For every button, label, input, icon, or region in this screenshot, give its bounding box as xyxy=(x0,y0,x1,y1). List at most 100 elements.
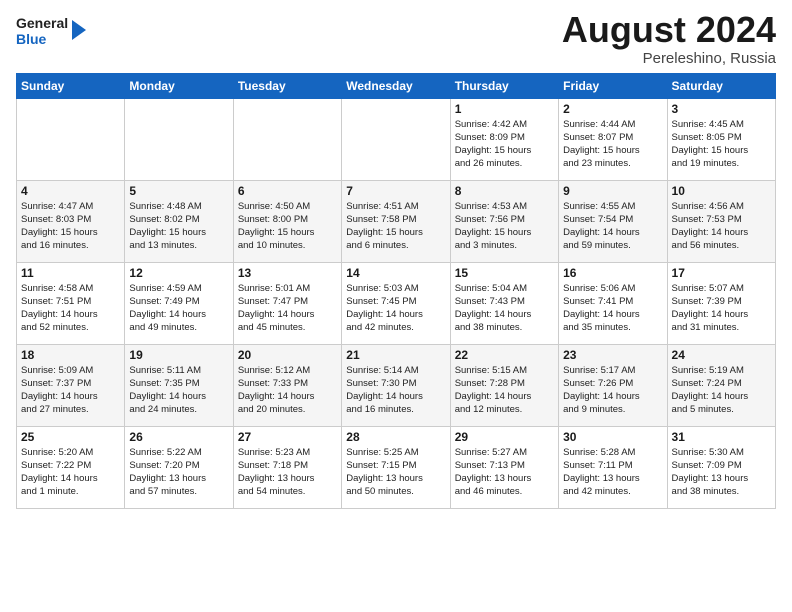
day-info: Sunrise: 5:03 AMSunset: 7:45 PMDaylight:… xyxy=(346,282,445,335)
calendar-cell: 20Sunrise: 5:12 AMSunset: 7:33 PMDayligh… xyxy=(233,344,341,426)
calendar-cell: 3Sunrise: 4:45 AMSunset: 8:05 PMDaylight… xyxy=(667,98,775,180)
calendar-cell: 5 Sunrise: 4:48 AMSunset: 8:02 PMDaylight… xyxy=(125,180,233,262)
day-number: 14 xyxy=(346,266,445,280)
calendar-cell: 25 Sunrise: 5:20 AMSunset: 7:22 PMDayligh… xyxy=(17,426,125,508)
day-info: Sunrise: 5:14 AMSunset: 7:30 PMDaylight:… xyxy=(346,364,445,417)
calendar-cell: 31 Sunrise: 5:30 AMSunset: 7:09 PMDayligh… xyxy=(667,426,775,508)
day-number: 16 xyxy=(563,266,662,280)
calendar-week-1: 1Sunrise: 4:42 AMSunset: 8:09 PMDaylight… xyxy=(17,98,776,180)
calendar-table: Sunday Monday Tuesday Wednesday Thursday… xyxy=(16,73,776,509)
day-info: Sunrise: 4:47 AMSunset: 8:03 PMDaylight:… xyxy=(21,200,120,253)
calendar-week-2: 4Sunrise: 4:47 AMSunset: 8:03 PMDaylight… xyxy=(17,180,776,262)
calendar-cell: 29 Sunrise: 5:27 AMSunset: 7:13 PMDayligh… xyxy=(450,426,558,508)
day-number: 21 xyxy=(346,348,445,362)
calendar-cell xyxy=(17,98,125,180)
calendar-cell xyxy=(342,98,450,180)
day-info: Sunrise: 5:30 AMSunset: 7:09 PMDaylight:… xyxy=(672,446,771,499)
calendar-cell: 9 Sunrise: 4:55 AMSunset: 7:54 PMDaylight… xyxy=(559,180,667,262)
col-sunday: Sunday xyxy=(17,73,125,98)
calendar-cell: 18 Sunrise: 5:09 AMSunset: 7:37 PMDayligh… xyxy=(17,344,125,426)
day-info: Sunrise: 5:07 AMSunset: 7:39 PMDaylight:… xyxy=(672,282,771,335)
day-info: Sunrise: 5:27 AMSunset: 7:13 PMDaylight:… xyxy=(455,446,554,499)
day-number: 25 xyxy=(21,430,120,444)
day-info: Sunrise: 5:28 AMSunset: 7:11 PMDaylight:… xyxy=(563,446,662,499)
calendar-cell: 12 Sunrise: 4:59 AMSunset: 7:49 PMDayligh… xyxy=(125,262,233,344)
svg-text:General: General xyxy=(16,15,68,31)
calendar-week-4: 18 Sunrise: 5:09 AMSunset: 7:37 PMDayligh… xyxy=(17,344,776,426)
calendar-cell xyxy=(125,98,233,180)
day-info: Sunrise: 4:59 AMSunset: 7:49 PMDaylight:… xyxy=(129,282,228,335)
calendar-cell: 8 Sunrise: 4:53 AMSunset: 7:56 PMDaylight… xyxy=(450,180,558,262)
day-info: Sunrise: 5:17 AMSunset: 7:26 PMDaylight:… xyxy=(563,364,662,417)
calendar-cell: 24Sunrise: 5:19 AMSunset: 7:24 PMDayligh… xyxy=(667,344,775,426)
day-info: Sunrise: 4:42 AMSunset: 8:09 PMDaylight:… xyxy=(455,118,554,171)
day-number: 12 xyxy=(129,266,228,280)
day-number: 6 xyxy=(238,184,337,198)
location: Pereleshino, Russia xyxy=(562,50,776,67)
day-info: Sunrise: 4:51 AMSunset: 7:58 PMDaylight:… xyxy=(346,200,445,253)
logo: General Blue xyxy=(16,10,86,55)
calendar-cell: 15Sunrise: 5:04 AMSunset: 7:43 PMDayligh… xyxy=(450,262,558,344)
day-number: 27 xyxy=(238,430,337,444)
day-number: 9 xyxy=(563,184,662,198)
day-info: Sunrise: 5:25 AMSunset: 7:15 PMDaylight:… xyxy=(346,446,445,499)
day-info: Sunrise: 5:15 AMSunset: 7:28 PMDaylight:… xyxy=(455,364,554,417)
day-number: 8 xyxy=(455,184,554,198)
header: General Blue August 2024 Pereleshino, Ru… xyxy=(16,10,776,67)
calendar-cell: 27 Sunrise: 5:23 AMSunset: 7:18 PMDayligh… xyxy=(233,426,341,508)
calendar-cell: 6Sunrise: 4:50 AMSunset: 8:00 PMDaylight… xyxy=(233,180,341,262)
day-info: Sunrise: 5:19 AMSunset: 7:24 PMDaylight:… xyxy=(672,364,771,417)
day-number: 28 xyxy=(346,430,445,444)
day-info: Sunrise: 4:58 AMSunset: 7:51 PMDaylight:… xyxy=(21,282,120,335)
col-saturday: Saturday xyxy=(667,73,775,98)
day-info: Sunrise: 5:11 AMSunset: 7:35 PMDaylight:… xyxy=(129,364,228,417)
day-info: Sunrise: 4:56 AMSunset: 7:53 PMDaylight:… xyxy=(672,200,771,253)
calendar-cell: 26 Sunrise: 5:22 AMSunset: 7:20 PMDayligh… xyxy=(125,426,233,508)
calendar-cell: 14 Sunrise: 5:03 AMSunset: 7:45 PMDayligh… xyxy=(342,262,450,344)
day-info: Sunrise: 5:04 AMSunset: 7:43 PMDaylight:… xyxy=(455,282,554,335)
day-info: Sunrise: 4:55 AMSunset: 7:54 PMDaylight:… xyxy=(563,200,662,253)
day-number: 23 xyxy=(563,348,662,362)
day-info: Sunrise: 5:22 AMSunset: 7:20 PMDaylight:… xyxy=(129,446,228,499)
logo-icon: General Blue xyxy=(16,10,86,50)
day-number: 5 xyxy=(129,184,228,198)
calendar-week-5: 25 Sunrise: 5:20 AMSunset: 7:22 PMDayligh… xyxy=(17,426,776,508)
day-number: 20 xyxy=(238,348,337,362)
col-tuesday: Tuesday xyxy=(233,73,341,98)
day-info: Sunrise: 5:20 AMSunset: 7:22 PMDaylight:… xyxy=(21,446,120,499)
calendar-cell: 30Sunrise: 5:28 AMSunset: 7:11 PMDayligh… xyxy=(559,426,667,508)
page: General Blue August 2024 Pereleshino, Ru… xyxy=(0,0,792,612)
day-number: 3 xyxy=(672,102,771,116)
day-info: Sunrise: 4:53 AMSunset: 7:56 PMDaylight:… xyxy=(455,200,554,253)
day-info: Sunrise: 5:09 AMSunset: 7:37 PMDaylight:… xyxy=(21,364,120,417)
calendar-cell: 7 Sunrise: 4:51 AMSunset: 7:58 PMDaylight… xyxy=(342,180,450,262)
col-thursday: Thursday xyxy=(450,73,558,98)
day-info: Sunrise: 4:48 AMSunset: 8:02 PMDaylight:… xyxy=(129,200,228,253)
calendar-cell: 28 Sunrise: 5:25 AMSunset: 7:15 PMDayligh… xyxy=(342,426,450,508)
day-number: 26 xyxy=(129,430,228,444)
day-info: Sunrise: 5:06 AMSunset: 7:41 PMDaylight:… xyxy=(563,282,662,335)
calendar-cell: 21 Sunrise: 5:14 AMSunset: 7:30 PMDayligh… xyxy=(342,344,450,426)
day-number: 31 xyxy=(672,430,771,444)
day-number: 18 xyxy=(21,348,120,362)
day-number: 19 xyxy=(129,348,228,362)
day-number: 2 xyxy=(563,102,662,116)
col-friday: Friday xyxy=(559,73,667,98)
day-number: 29 xyxy=(455,430,554,444)
day-number: 17 xyxy=(672,266,771,280)
day-number: 13 xyxy=(238,266,337,280)
calendar-cell: 11 Sunrise: 4:58 AMSunset: 7:51 PMDayligh… xyxy=(17,262,125,344)
calendar-cell: 19 Sunrise: 5:11 AMSunset: 7:35 PMDayligh… xyxy=(125,344,233,426)
day-info: Sunrise: 5:23 AMSunset: 7:18 PMDaylight:… xyxy=(238,446,337,499)
month-title: August 2024 xyxy=(562,10,776,50)
day-number: 7 xyxy=(346,184,445,198)
col-wednesday: Wednesday xyxy=(342,73,450,98)
calendar-cell: 23 Sunrise: 5:17 AMSunset: 7:26 PMDayligh… xyxy=(559,344,667,426)
calendar-cell: 2Sunrise: 4:44 AMSunset: 8:07 PMDaylight… xyxy=(559,98,667,180)
calendar-cell: 4Sunrise: 4:47 AMSunset: 8:03 PMDaylight… xyxy=(17,180,125,262)
col-monday: Monday xyxy=(125,73,233,98)
calendar-cell: 13Sunrise: 5:01 AMSunset: 7:47 PMDayligh… xyxy=(233,262,341,344)
svg-text:Blue: Blue xyxy=(16,31,47,47)
calendar-cell: 22Sunrise: 5:15 AMSunset: 7:28 PMDayligh… xyxy=(450,344,558,426)
day-number: 11 xyxy=(21,266,120,280)
